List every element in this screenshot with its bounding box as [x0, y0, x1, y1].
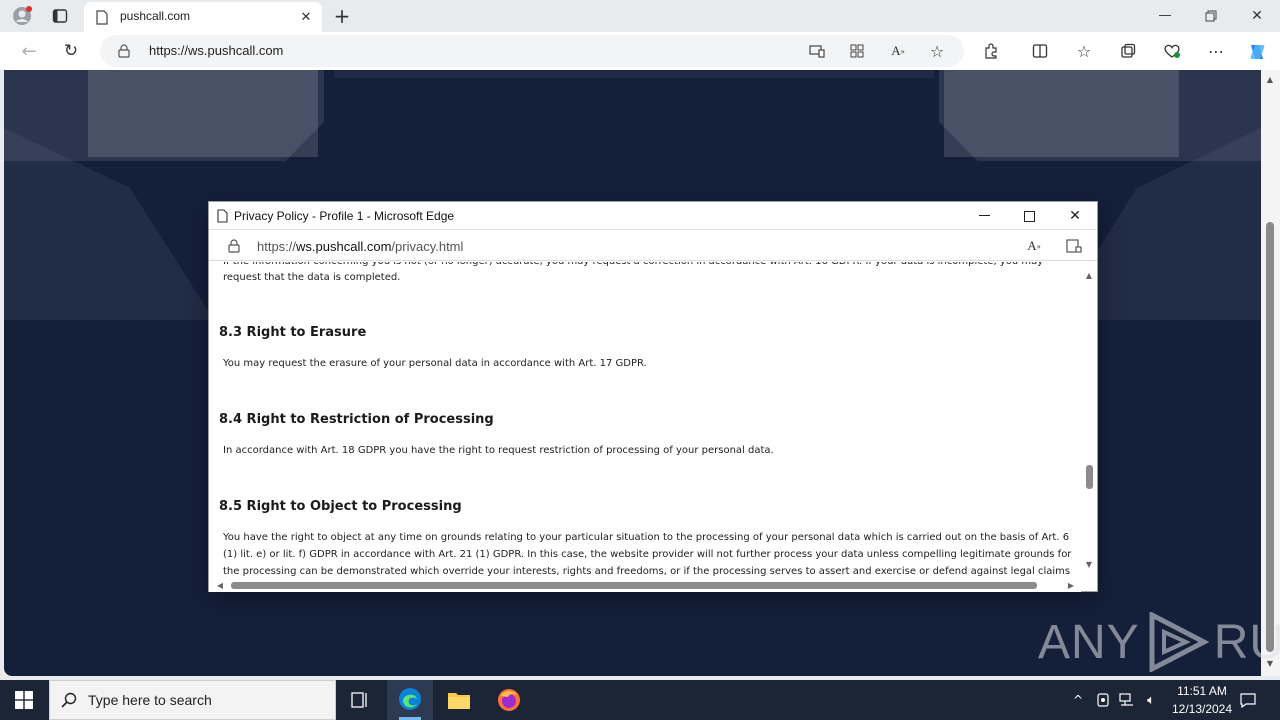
- popup-url-text: https://ws.pushcall.com/privacy.html: [257, 239, 464, 254]
- show-hidden-icons-icon[interactable]: ^: [1068, 690, 1088, 710]
- taskbar-search-box[interactable]: Type here to search: [49, 680, 336, 720]
- back-icon[interactable]: ←: [18, 40, 40, 62]
- search-icon: [60, 691, 78, 709]
- task-view-icon[interactable]: [348, 689, 372, 711]
- page-scrollbar[interactable]: ▲ ▼: [1261, 70, 1280, 676]
- watermark-left: ANY: [1038, 615, 1140, 669]
- lock-icon[interactable]: [116, 43, 132, 59]
- add-favorite-icon[interactable]: ☆: [927, 41, 947, 61]
- paragraph-cut-end: request that the data is completed.: [223, 272, 401, 283]
- url-text: https://ws.pushcall.com: [149, 43, 284, 58]
- close-window-icon[interactable]: ✕: [1247, 6, 1267, 26]
- section-text-line: You have the right to object at any time…: [223, 532, 1070, 543]
- decor-block: [334, 70, 934, 78]
- split-screen-icon[interactable]: [1029, 40, 1051, 62]
- section-text-line: (1) lit. e) or lit. f) GDPR in accordanc…: [223, 549, 1072, 560]
- section-heading: 8.4 Right to Restriction of Processing: [219, 412, 494, 427]
- edge-taskbar-item[interactable]: [387, 680, 433, 720]
- popup-address-bar[interactable]: https://ws.pushcall.com/privacy.html A»: [209, 231, 1097, 261]
- collections-icon[interactable]: [1117, 40, 1139, 62]
- immersive-reader-icon[interactable]: [1064, 237, 1084, 255]
- page-scrollbar-thumb[interactable]: [1266, 222, 1274, 652]
- popup-vertical-scrollbar[interactable]: ▲ ▼: [1081, 262, 1097, 578]
- anyrun-watermark: ANY RUN: [1038, 610, 1280, 674]
- section-heading: 8.5 Right to Object to Processing: [219, 499, 462, 514]
- close-tab-icon[interactable]: ✕: [298, 9, 314, 25]
- extensions-icon[interactable]: [980, 40, 1002, 62]
- firefox-icon[interactable]: [496, 687, 522, 713]
- lock-icon[interactable]: [227, 238, 241, 254]
- restore-icon[interactable]: [1201, 6, 1221, 26]
- tab-bar: pushcall.com ✕ + ✕: [0, 0, 1280, 32]
- page-icon: [94, 8, 110, 26]
- app-available-icon[interactable]: [807, 42, 827, 60]
- file-explorer-icon[interactable]: [446, 688, 472, 712]
- scroll-up-icon[interactable]: ▲: [1265, 74, 1275, 84]
- page-icon: [215, 208, 229, 224]
- popup-minimize-icon[interactable]: [975, 207, 993, 225]
- scroll-down-icon[interactable]: ▼: [1084, 559, 1094, 569]
- section-text: In accordance with Art. 18 GDPR you have…: [223, 445, 774, 456]
- more-menu-icon[interactable]: ⋯: [1205, 40, 1227, 62]
- popup-close-icon[interactable]: ✕: [1066, 207, 1084, 225]
- address-bar[interactable]: https://ws.pushcall.com A» ☆: [100, 35, 964, 67]
- privacy-content: If the information concerning you is not…: [209, 262, 1081, 578]
- security-tray-icon[interactable]: [1094, 690, 1112, 710]
- tab-title: pushcall.com: [120, 9, 191, 23]
- watermark-right: RUN: [1213, 615, 1280, 669]
- read-aloud-icon[interactable]: A»: [887, 42, 909, 60]
- read-aloud-icon[interactable]: A»: [1023, 237, 1045, 255]
- popup-horizontal-scrollbar[interactable]: ◀ ▶: [209, 578, 1081, 592]
- volume-icon[interactable]: 🔈︎: [1141, 690, 1161, 710]
- edge-icon: [397, 686, 423, 712]
- scroll-right-icon[interactable]: ▶: [1066, 580, 1076, 590]
- scroll-left-icon[interactable]: ◀: [215, 580, 225, 590]
- popup-vertical-thumb[interactable]: [1086, 465, 1093, 489]
- clock-time[interactable]: 11:51 AM: [1164, 684, 1240, 698]
- section-text-line: the processing can be demonstrated which…: [223, 566, 1071, 577]
- copilot-icon[interactable]: [1245, 40, 1269, 64]
- tab-actions-icon[interactable]: [50, 6, 70, 26]
- notifications-icon[interactable]: [1237, 689, 1259, 711]
- favorites-icon[interactable]: ☆: [1073, 40, 1095, 62]
- scroll-up-icon[interactable]: ▲: [1084, 270, 1094, 280]
- refresh-icon[interactable]: ↻: [60, 40, 82, 62]
- section-heading: 8.3 Right to Erasure: [219, 325, 367, 340]
- clock-date[interactable]: 12/13/2024: [1164, 702, 1240, 716]
- tab-pushcall[interactable]: pushcall.com ✕: [84, 2, 322, 32]
- windows-start-icon[interactable]: [12, 689, 36, 711]
- popup-maximize-icon[interactable]: [1020, 207, 1038, 225]
- popup-horizontal-thumb[interactable]: [231, 582, 1037, 589]
- extension-grid-icon[interactable]: [847, 42, 867, 60]
- play-logo-icon: [1142, 610, 1212, 674]
- search-placeholder: Type here to search: [88, 692, 212, 708]
- new-tab-button[interactable]: +: [331, 4, 353, 28]
- popup-window-title: Privacy Policy - Profile 1 - Microsoft E…: [234, 209, 455, 223]
- browser-essentials-icon[interactable]: [1161, 40, 1183, 62]
- section-text: You may request the erasure of your pers…: [223, 358, 647, 369]
- network-icon[interactable]: [1117, 690, 1137, 710]
- popup-title-bar[interactable]: Privacy Policy - Profile 1 - Microsoft E…: [209, 202, 1097, 230]
- privacy-policy-window: Privacy Policy - Profile 1 - Microsoft E…: [208, 201, 1098, 592]
- minimize-icon[interactable]: [1155, 6, 1175, 26]
- profile-avatar-icon[interactable]: [10, 5, 34, 27]
